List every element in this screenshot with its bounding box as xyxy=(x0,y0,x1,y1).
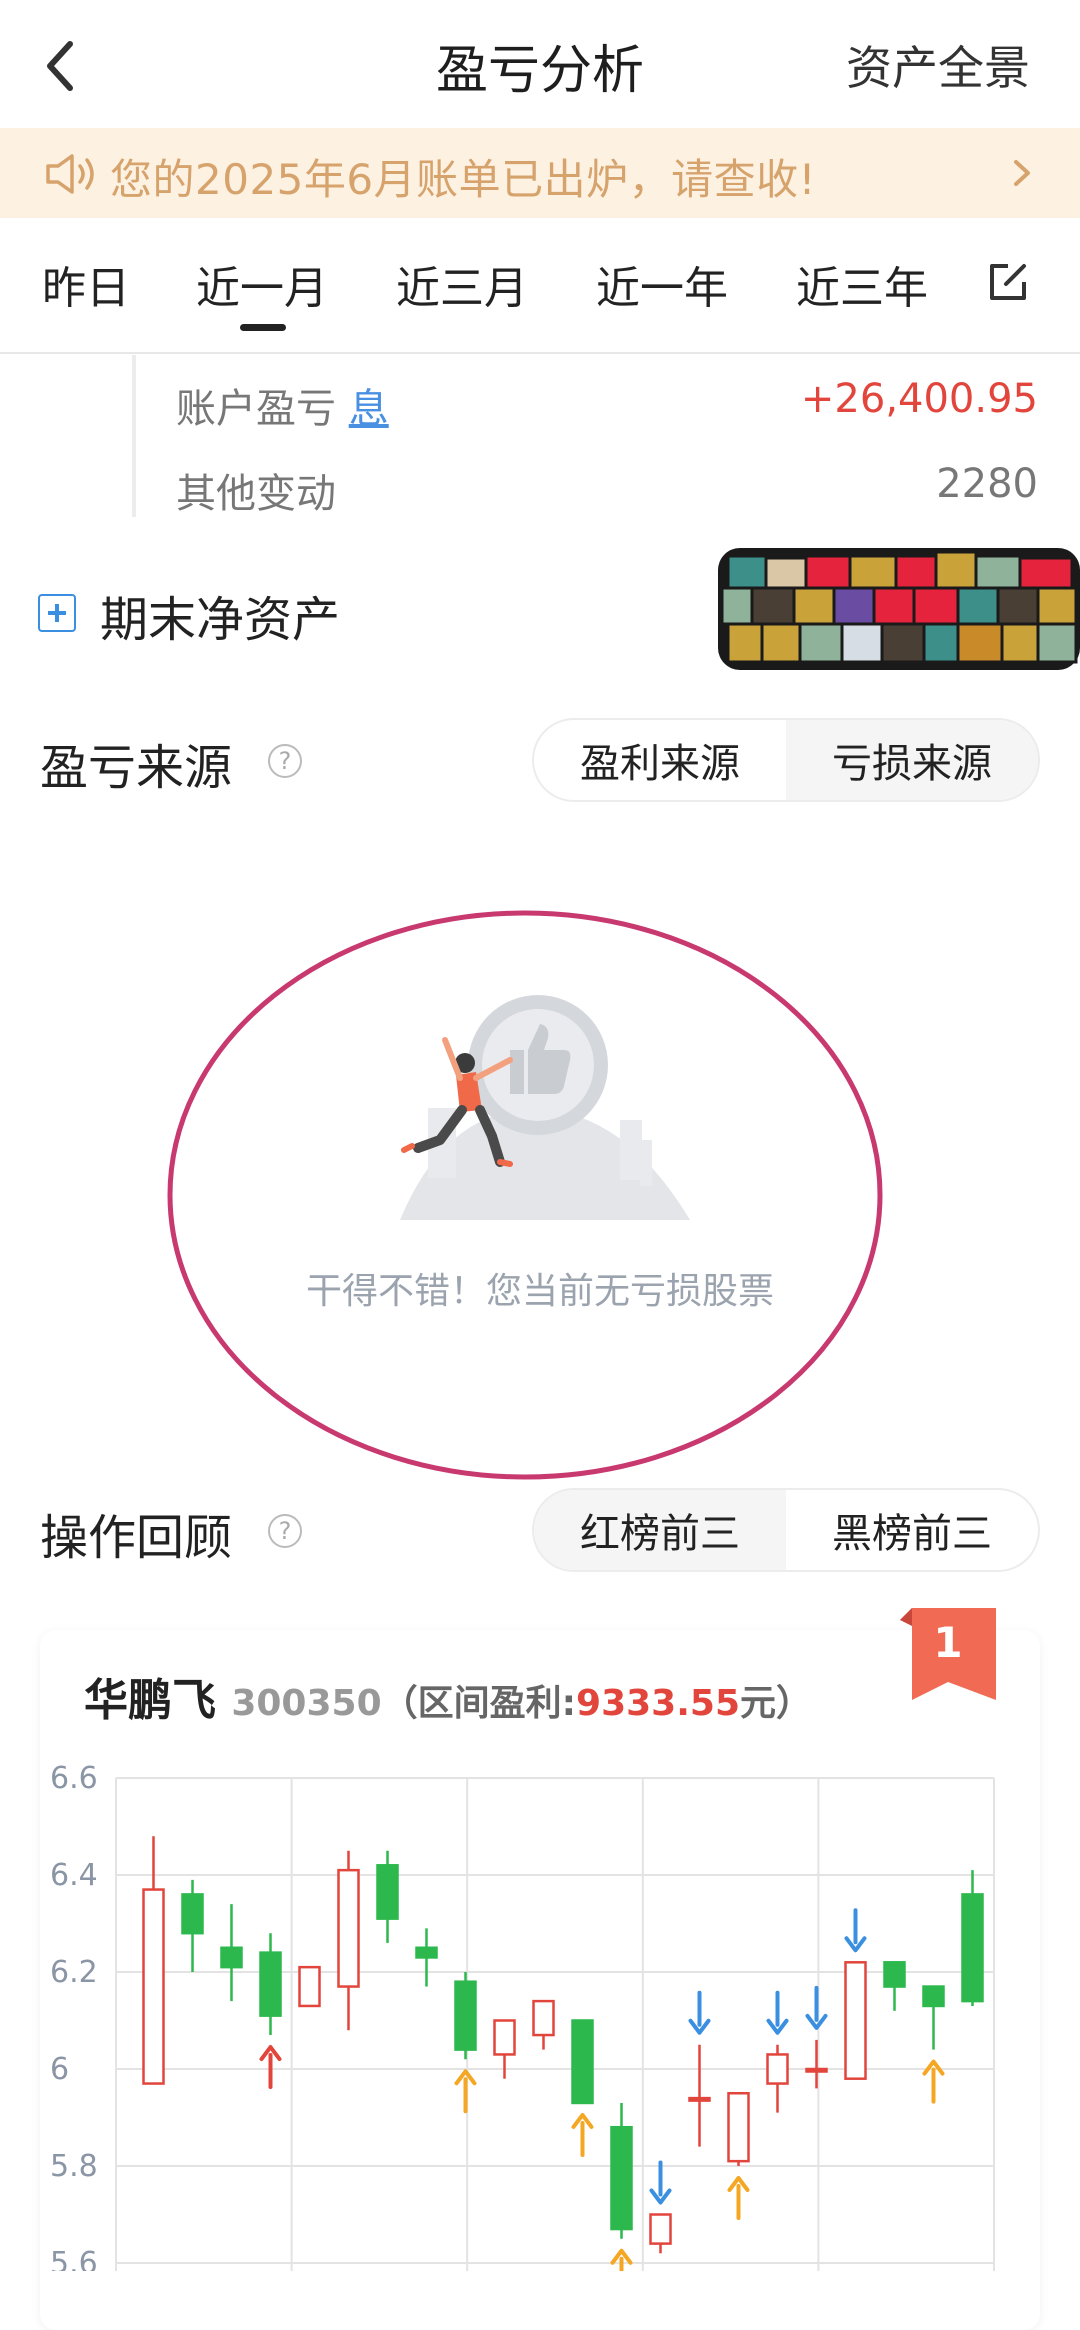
candle-body xyxy=(415,1946,438,1959)
profit-value: 9333.55 xyxy=(576,1683,740,1724)
stock-name: 华鹏飞 xyxy=(84,1675,216,1726)
account-pnl-row: 账户盈亏 息 xyxy=(176,376,389,434)
candle-body xyxy=(142,1888,165,2085)
empty-state-illustration xyxy=(167,910,883,1480)
redacted-value-mosaic xyxy=(718,548,1080,670)
y-tick-label: 6.2 xyxy=(50,1955,98,1990)
candle-body xyxy=(571,2019,594,2105)
pnl-source-title: 盈亏来源 xyxy=(40,740,233,796)
candle-body xyxy=(220,1946,243,1969)
candle-body xyxy=(727,2092,750,2163)
black-list-tab[interactable]: 黑榜前三 xyxy=(786,1490,1038,1570)
red-list-tab[interactable]: 红榜前三 xyxy=(534,1490,786,1570)
y-tick-label: 6.4 xyxy=(50,1858,98,1893)
candle-body xyxy=(181,1893,204,1935)
info-link[interactable]: 息 xyxy=(349,386,389,432)
y-tick-label: 6.6 xyxy=(50,1761,98,1796)
candle-body xyxy=(259,1951,282,2017)
empty-state-text: 干得不错！您当前无亏损股票 xyxy=(305,1271,774,1312)
candle-body xyxy=(337,1868,360,1988)
y-tick-label: 6 xyxy=(50,2052,69,2087)
candle-body xyxy=(766,2053,789,2085)
account-pnl-label: 账户盈亏 xyxy=(176,386,336,432)
candle-body xyxy=(961,1893,984,2003)
candle-body xyxy=(844,1961,867,2080)
account-pnl-value: +26,400.95 xyxy=(800,376,1038,422)
active-tab-indicator xyxy=(240,324,286,331)
candle-body xyxy=(298,1965,321,2008)
other-change-label: 其他变动 xyxy=(176,471,336,517)
notice-text[interactable]: 您的2025年6月账单已出炉，请查收! xyxy=(110,146,816,207)
net-assets-label: 期末净资产 xyxy=(100,592,341,648)
candle-body xyxy=(922,1985,945,2008)
candlestick-chart[interactable]: 6.6 6.4 6.2 6 5.8 5.6 xyxy=(40,1740,1040,2271)
profit-source-tab[interactable]: 盈利来源 xyxy=(534,720,786,800)
tab-three-years[interactable]: 近三年 xyxy=(796,252,928,316)
help-icon[interactable]: ? xyxy=(268,1514,302,1548)
tab-yesterday[interactable]: 昨日 xyxy=(42,252,130,316)
candle-body xyxy=(688,2096,711,2102)
candle-body xyxy=(454,1980,477,2051)
candle-body xyxy=(493,2019,516,2056)
y-tick-label: 5.8 xyxy=(50,2149,98,2184)
candle-body xyxy=(532,1999,555,2037)
chevron-right-icon[interactable] xyxy=(1010,158,1034,188)
tab-one-year[interactable]: 近一年 xyxy=(596,252,728,316)
tab-one-month[interactable]: 近一月 xyxy=(196,252,328,316)
review-title: 操作回顾 xyxy=(40,1510,233,1566)
stock-code: 300350 xyxy=(231,1683,382,1724)
pnl-source-toggle: 盈利来源 亏损来源 xyxy=(532,718,1040,802)
candle-body xyxy=(805,2067,828,2073)
asset-overview-link[interactable]: 资产全景 xyxy=(846,32,1030,98)
review-toggle: 红榜前三 黑榜前三 xyxy=(532,1488,1040,1572)
y-tick-label: 5.6 xyxy=(50,2246,98,2271)
other-change-value: 2280 xyxy=(936,461,1038,507)
edit-icon[interactable] xyxy=(986,260,1030,304)
rank-number: 1 xyxy=(933,1618,963,1667)
summary-indent-line xyxy=(132,355,136,517)
stock-title: 华鹏飞 300350（区间盈利:9333.55元） xyxy=(84,1664,812,1728)
candle-body xyxy=(376,1864,399,1920)
candle-body xyxy=(649,2213,672,2245)
candle-body xyxy=(883,1961,906,1988)
expand-plus-icon[interactable] xyxy=(38,594,76,632)
profit-prefix: （区间盈利: xyxy=(381,1683,577,1724)
speaker-icon xyxy=(46,154,94,194)
candle-body xyxy=(610,2125,633,2231)
tab-three-months[interactable]: 近三月 xyxy=(396,252,528,316)
profit-suffix: 元） xyxy=(740,1683,813,1724)
help-icon[interactable]: ? xyxy=(268,744,302,778)
loss-source-tab[interactable]: 亏损来源 xyxy=(786,720,1038,800)
